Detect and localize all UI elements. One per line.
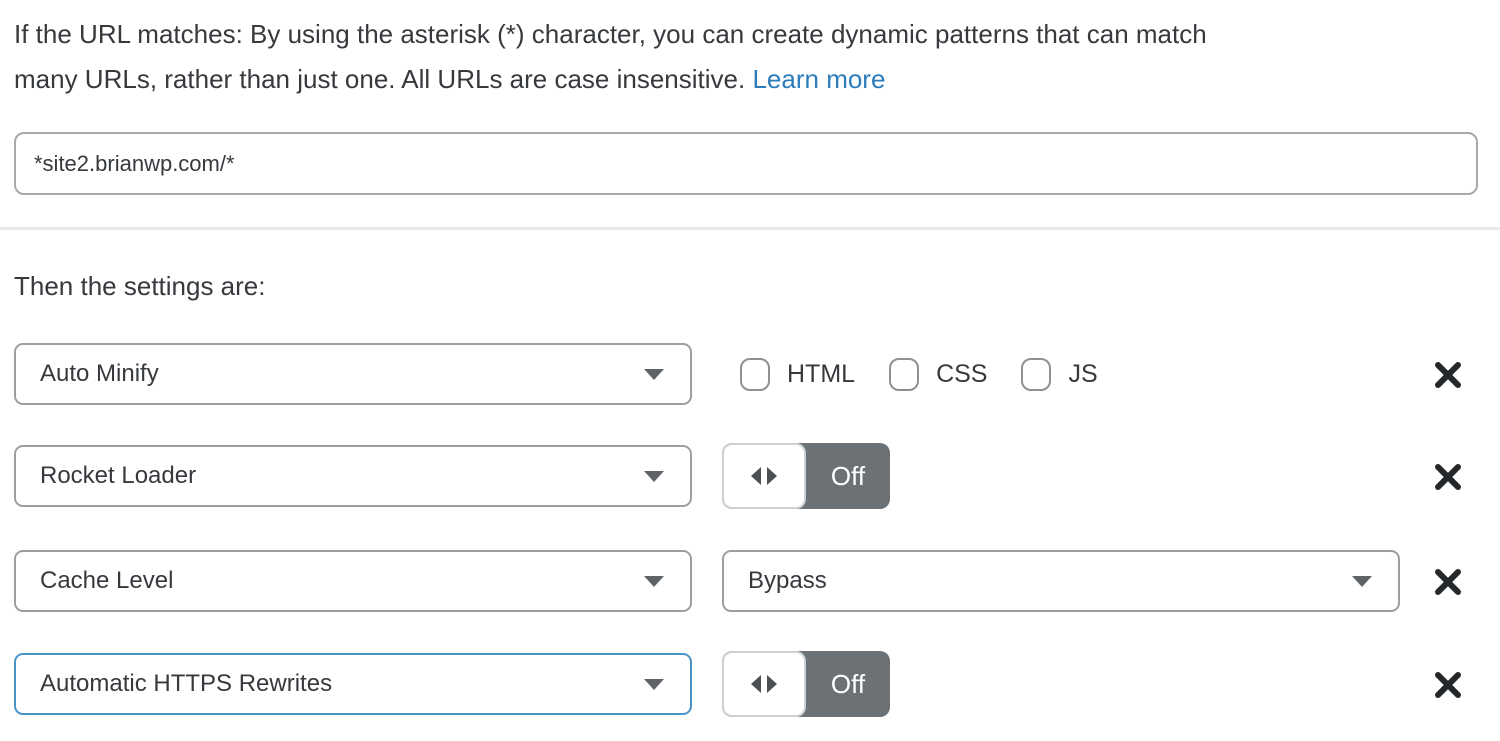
toggle-state-label: Off: [806, 443, 890, 509]
checkbox-item-html[interactable]: HTML: [740, 358, 855, 391]
rocket-loader-toggle[interactable]: Off: [722, 443, 890, 509]
setting-row-auto-minify: Auto Minify HTML CSS JS: [0, 343, 1500, 409]
delete-rule-button[interactable]: [1430, 667, 1466, 703]
setting-select-label: Rocket Loader: [40, 462, 196, 490]
setting-row-cache-level: Cache Level Bypass: [0, 550, 1500, 616]
url-pattern-input[interactable]: [14, 132, 1478, 195]
arrow-left-icon: [751, 467, 761, 485]
setting-select-label: Cache Level: [40, 567, 173, 595]
checkbox-item-css[interactable]: CSS: [889, 358, 987, 391]
setting-select-label: Auto Minify: [40, 360, 159, 388]
setting-select-label: Automatic HTTPS Rewrites: [40, 670, 332, 698]
arrow-right-icon: [767, 675, 777, 693]
description-line-2: many URLs, rather than just one. All URL…: [14, 64, 745, 94]
css-checkbox[interactable]: [889, 358, 919, 391]
url-match-description: If the URL matches: By using the asteris…: [14, 12, 1474, 102]
description-line-1: If the URL matches: By using the asteris…: [14, 19, 1207, 49]
checkbox-item-js[interactable]: JS: [1021, 358, 1097, 391]
cache-level-value-select[interactable]: Bypass: [722, 550, 1400, 612]
js-checkbox[interactable]: [1021, 358, 1051, 391]
checkbox-label-js: JS: [1068, 360, 1097, 389]
close-icon: [1433, 462, 1463, 492]
checkbox-label-css: CSS: [936, 360, 987, 389]
value-select-label: Bypass: [748, 567, 827, 595]
arrow-right-icon: [767, 467, 777, 485]
auto-minify-options: HTML CSS JS: [740, 343, 1098, 405]
setting-row-automatic-https-rewrites: Automatic HTTPS Rewrites Off: [0, 653, 1500, 719]
checkbox-label-html: HTML: [787, 360, 855, 389]
automatic-https-rewrites-toggle[interactable]: Off: [722, 651, 890, 717]
chevron-down-icon: [644, 576, 664, 587]
toggle-state-label: Off: [806, 651, 890, 717]
learn-more-link[interactable]: Learn more: [752, 64, 885, 94]
delete-rule-button[interactable]: [1430, 357, 1466, 393]
setting-select-auto-minify[interactable]: Auto Minify: [14, 343, 692, 405]
close-icon: [1433, 670, 1463, 700]
chevron-down-icon: [1352, 576, 1372, 587]
delete-rule-button[interactable]: [1430, 564, 1466, 600]
close-icon: [1433, 360, 1463, 390]
toggle-knob[interactable]: [722, 651, 806, 717]
setting-select-automatic-https-rewrites[interactable]: Automatic HTTPS Rewrites: [14, 653, 692, 715]
delete-rule-button[interactable]: [1430, 459, 1466, 495]
toggle-knob[interactable]: [722, 443, 806, 509]
arrow-left-icon: [751, 675, 761, 693]
close-icon: [1433, 567, 1463, 597]
chevron-down-icon: [644, 679, 664, 690]
html-checkbox[interactable]: [740, 358, 770, 391]
setting-select-cache-level[interactable]: Cache Level: [14, 550, 692, 612]
chevron-down-icon: [644, 369, 664, 380]
settings-section-title: Then the settings are:: [14, 271, 265, 302]
setting-row-rocket-loader: Rocket Loader Off: [0, 445, 1500, 511]
section-divider: [0, 227, 1500, 230]
setting-select-rocket-loader[interactable]: Rocket Loader: [14, 445, 692, 507]
chevron-down-icon: [644, 471, 664, 482]
